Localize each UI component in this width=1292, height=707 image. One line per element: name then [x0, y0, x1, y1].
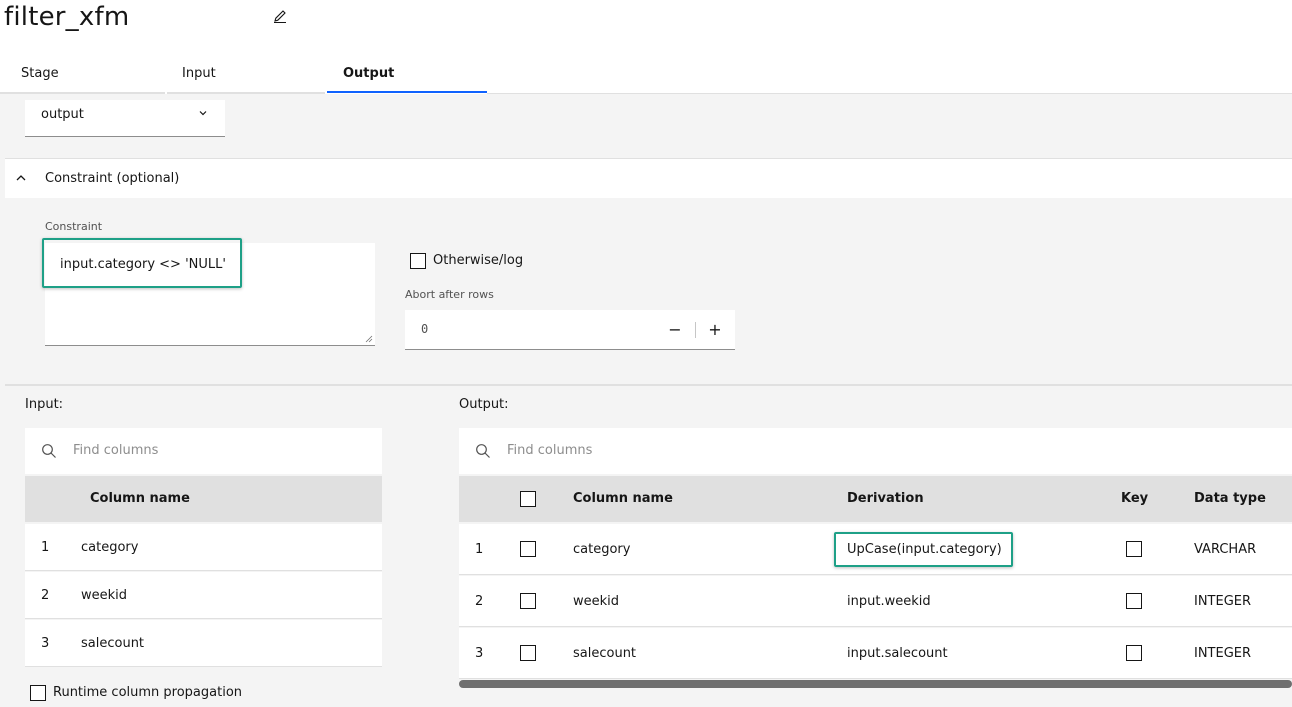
abort-after-rows-input[interactable]: 0 − +: [405, 310, 735, 350]
stepper-divider: [695, 322, 696, 338]
key-checkbox[interactable]: [1126, 645, 1142, 661]
constraint-accordion[interactable]: Constraint (optional): [5, 158, 1292, 198]
tab-output[interactable]: Output: [343, 58, 487, 94]
otherwise-log-checkbox[interactable]: [410, 253, 426, 269]
input-column-name: weekid: [81, 588, 128, 603]
horizontal-scrollbar[interactable]: [459, 680, 1292, 688]
input-column-name: salecount: [81, 636, 145, 651]
tab-divider: [487, 93, 1292, 94]
active-tab-indicator: [327, 91, 487, 93]
output-column-name: category: [573, 542, 631, 557]
chevron-down-icon: [199, 111, 207, 116]
output-column-name: salecount: [573, 646, 637, 661]
input-table-header: Column name: [25, 476, 382, 522]
key-header: Key: [1121, 491, 1149, 506]
row-number: 3: [475, 646, 484, 661]
data-type-cell[interactable]: INTEGER: [1194, 594, 1251, 609]
derivation-cell[interactable]: input.weekid: [847, 594, 931, 609]
chevron-up-icon: [16, 175, 26, 181]
otherwise-log-label: Otherwise/log: [433, 253, 524, 268]
input-table-row[interactable]: 1 category: [25, 524, 382, 571]
input-column-name: category: [81, 540, 139, 555]
output-link-select[interactable]: output: [25, 100, 225, 137]
key-checkbox[interactable]: [1126, 541, 1142, 557]
abort-after-rows-label: Abort after rows: [405, 288, 494, 301]
constraint-label: Constraint: [45, 220, 103, 233]
output-table-header: Column name Derivation Key Data type: [459, 476, 1292, 522]
runtime-column-propagation-label: Runtime column propagation: [53, 685, 243, 700]
constraint-highlight-box: [42, 238, 242, 288]
derivation-cell[interactable]: input.salecount: [847, 646, 948, 661]
output-panel-label: Output:: [459, 397, 509, 412]
derivation-highlight-box: [834, 532, 1013, 567]
stage-title: filter_xfm: [4, 2, 130, 32]
data-type-cell[interactable]: VARCHAR: [1194, 542, 1256, 557]
input-table-row[interactable]: 2 weekid: [25, 572, 382, 619]
edit-icon[interactable]: [272, 8, 288, 24]
input-search-placeholder: Find columns: [73, 443, 159, 458]
section-divider: [5, 384, 1292, 386]
row-number: 1: [41, 540, 50, 555]
input-column-name-header: Column name: [90, 491, 190, 506]
tab-underline: [0, 92, 165, 94]
data-type-header: Data type: [1194, 491, 1266, 506]
output-search-placeholder: Find columns: [507, 443, 593, 458]
decrement-button[interactable]: −: [663, 316, 687, 344]
resize-grip-icon[interactable]: [365, 335, 373, 343]
row-select-checkbox[interactable]: [520, 645, 536, 661]
row-number: 2: [41, 588, 50, 603]
output-table-row[interactable]: 3 salecount input.salecount INTEGER: [459, 628, 1292, 679]
output-column-name: weekid: [573, 594, 620, 609]
input-table-row[interactable]: 3 salecount: [25, 620, 382, 667]
output-column-name-header: Column name: [573, 491, 673, 506]
input-search-field[interactable]: Find columns: [25, 428, 382, 474]
select-all-checkbox[interactable]: [520, 491, 536, 507]
row-number: 2: [475, 594, 484, 609]
input-panel-label: Input:: [25, 397, 64, 412]
row-number: 1: [475, 542, 484, 557]
derivation-header: Derivation: [847, 491, 924, 506]
runtime-column-propagation-checkbox[interactable]: [30, 685, 46, 701]
increment-button[interactable]: +: [703, 316, 727, 344]
key-checkbox[interactable]: [1126, 593, 1142, 609]
row-select-checkbox[interactable]: [520, 541, 536, 557]
search-icon: [476, 444, 490, 458]
output-table-row[interactable]: 2 weekid input.weekid INTEGER: [459, 576, 1292, 627]
row-select-checkbox[interactable]: [520, 593, 536, 609]
search-icon: [42, 444, 56, 458]
pencil-icon: [274, 10, 286, 23]
output-search-field[interactable]: Find columns: [459, 428, 1292, 474]
tab-stage[interactable]: Stage: [21, 58, 165, 94]
accordion-title: Constraint (optional): [45, 171, 180, 186]
tab-input[interactable]: Input: [182, 58, 326, 94]
row-number: 3: [41, 636, 50, 651]
data-type-cell[interactable]: INTEGER: [1194, 646, 1251, 661]
abort-after-rows-value: 0: [421, 322, 429, 336]
output-link-select-value: output: [41, 107, 84, 122]
tab-underline: [167, 92, 325, 94]
